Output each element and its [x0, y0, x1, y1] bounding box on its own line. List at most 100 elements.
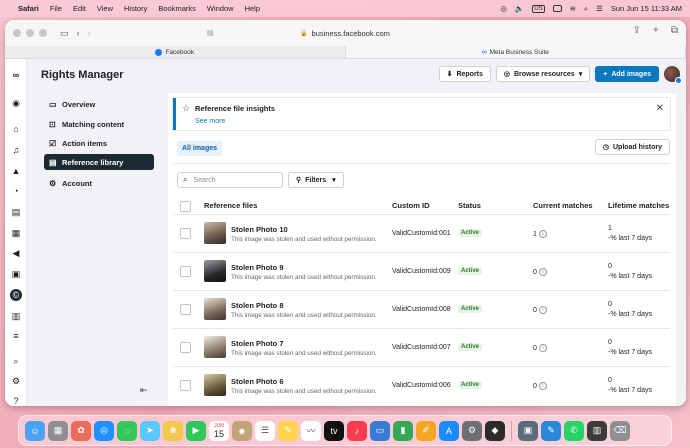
content-icon[interactable]: ▤	[10, 206, 22, 218]
whatsapp-icon[interactable]: ✆	[564, 420, 584, 441]
nav-reference-library[interactable]: ▤ Reference library	[44, 154, 154, 170]
menu-view[interactable]: View	[97, 4, 113, 13]
facetime-icon[interactable]: ▶	[186, 420, 206, 441]
freeform-icon[interactable]: 〰	[301, 420, 321, 441]
sidebar-toggle-icon[interactable]: ▭	[60, 28, 69, 39]
volume-icon[interactable]: 🔈	[515, 4, 524, 13]
upload-history-button[interactable]: ◷ Upload history	[594, 139, 670, 155]
contacts-icon[interactable]: ☻	[232, 420, 252, 441]
messages-icon[interactable]: ◌	[117, 420, 137, 441]
commerce-icon[interactable]: ▣	[10, 268, 22, 280]
tab-facebook[interactable]: Facebook	[5, 46, 346, 58]
header-status[interactable]: Status	[458, 201, 481, 210]
row-checkbox[interactable]	[180, 266, 191, 277]
apple-tv-icon[interactable]: tv	[324, 420, 344, 441]
forward-icon[interactable]: ›	[88, 28, 91, 38]
menu-app[interactable]: Safari	[18, 4, 39, 13]
header-reference-files[interactable]: Reference files	[204, 201, 257, 210]
info-icon[interactable]: i	[538, 306, 547, 314]
trash-icon[interactable]: ⌫	[610, 420, 630, 441]
new-tab-icon[interactable]: +	[653, 25, 659, 36]
row-title[interactable]: Stolen Photo 7	[231, 339, 284, 348]
row-checkbox[interactable]	[180, 304, 191, 315]
meta-logo-icon[interactable]: ∞	[10, 69, 22, 81]
menu-help[interactable]: Help	[245, 4, 260, 13]
launchpad-icon[interactable]: ▦	[48, 420, 68, 441]
header-current-matches[interactable]: Current matches	[533, 201, 593, 210]
photos-app-icon[interactable]: ✿	[71, 420, 91, 441]
row-checkbox[interactable]	[180, 342, 191, 353]
photos-icon[interactable]: ❀	[163, 420, 183, 441]
url-text[interactable]: business.facebook.com	[312, 29, 390, 38]
table-row[interactable]: Stolen Photo 9 This image was stolen and…	[173, 253, 670, 291]
row-checkbox[interactable]	[180, 380, 191, 391]
finder-icon[interactable]: ☺	[25, 420, 45, 441]
menu-edit[interactable]: Edit	[73, 4, 86, 13]
nav-action-items[interactable]: ☑ Action items	[44, 135, 154, 151]
settings-icon[interactable]: ⚙	[10, 375, 22, 387]
browse-resources-button[interactable]: ◎ Browse resources ▾	[495, 66, 591, 82]
reports-button[interactable]: ⬇ Reports	[438, 66, 491, 82]
pages-app-icon[interactable]: ✐	[416, 420, 436, 441]
avatar[interactable]	[664, 66, 682, 84]
table-row[interactable]: Stolen Photo 7 This image was stolen and…	[173, 329, 670, 367]
tab-overview-icon[interactable]: ⧉	[671, 25, 678, 36]
numbers-icon[interactable]: ▮	[393, 420, 413, 441]
preview-icon[interactable]: ▣	[518, 420, 538, 441]
row-title[interactable]: Stolen Photo 10	[231, 225, 288, 234]
menu-file[interactable]: File	[50, 4, 62, 13]
calendar-icon[interactable]: JUN 15	[209, 420, 229, 441]
music-icon[interactable]: ♪	[347, 420, 367, 441]
announce-icon[interactable]: ◀	[10, 247, 22, 259]
search-icon[interactable]: ⌕	[584, 4, 588, 14]
system-settings-icon[interactable]: ⚙	[462, 420, 482, 441]
close-icon[interactable]: ✕	[656, 103, 664, 114]
pages-icon[interactable]: ◔	[10, 185, 22, 197]
info-icon[interactable]: i	[538, 382, 547, 390]
search-tool-icon[interactable]: ⌕	[10, 355, 22, 367]
address-bar[interactable]: ▤ 🔒 business.facebook.com	[205, 25, 485, 41]
collapse-sidebar-icon[interactable]: ⇤	[140, 385, 148, 396]
row-checkbox[interactable]	[180, 228, 191, 239]
help-icon[interactable]: ?	[10, 395, 22, 406]
wifi-icon[interactable]: ≋	[570, 4, 576, 13]
filters-button[interactable]: ⚲ Filters ▾	[288, 172, 344, 188]
minimize-window-button[interactable]	[26, 29, 34, 37]
planner-icon[interactable]: ▦	[10, 227, 22, 239]
account-avatar-icon[interactable]: ◉	[10, 97, 22, 109]
row-title[interactable]: Stolen Photo 6	[231, 377, 284, 386]
nav-overview[interactable]: ▭ Overview	[44, 96, 154, 112]
back-icon[interactable]: ‹	[77, 28, 80, 38]
notifications-icon[interactable]: ♫	[10, 144, 22, 156]
keynote-icon[interactable]: ▭	[370, 420, 390, 441]
menu-window[interactable]: Window	[207, 4, 234, 13]
nav-account[interactable]: ⚙ Account	[44, 175, 154, 191]
zoom-window-button[interactable]	[39, 29, 47, 37]
maps-icon[interactable]: ➤	[140, 420, 160, 441]
info-icon[interactable]: i	[538, 230, 547, 238]
battery-icon[interactable]	[552, 5, 562, 12]
select-all-checkbox[interactable]	[180, 201, 191, 212]
close-window-button[interactable]	[13, 29, 21, 37]
ads-icon[interactable]: ▲	[10, 165, 22, 177]
insights-icon[interactable]: ▥	[10, 310, 22, 322]
info-icon[interactable]: i	[538, 344, 547, 352]
all-images-chip[interactable]: All images	[177, 141, 223, 156]
add-images-button[interactable]: + Add images	[595, 66, 659, 82]
keynote-doc-icon[interactable]: ✎	[541, 420, 561, 441]
safari-icon[interactable]: ◎	[94, 420, 114, 441]
all-tools-icon[interactable]: ≡	[10, 330, 22, 342]
menu-history[interactable]: History	[124, 4, 147, 13]
row-title[interactable]: Stolen Photo 8	[231, 301, 284, 310]
rights-manager-icon[interactable]: ©	[10, 289, 22, 301]
keyboard-layout-icon[interactable]: US	[532, 4, 545, 13]
row-title[interactable]: Stolen Photo 9	[231, 263, 284, 272]
menu-bookmarks[interactable]: Bookmarks	[158, 4, 196, 13]
final-cut-icon[interactable]: ◆	[485, 420, 505, 441]
table-row[interactable]: Stolen Photo 6 This image was stolen and…	[173, 367, 670, 405]
control-center-icon[interactable]: ☰	[596, 4, 603, 13]
info-icon[interactable]: i	[538, 268, 547, 276]
nav-matching-content[interactable]: ⊡ Matching content	[44, 116, 154, 132]
reminders-icon[interactable]: ☰	[255, 420, 275, 441]
notes-icon[interactable]: ✎	[278, 420, 298, 441]
